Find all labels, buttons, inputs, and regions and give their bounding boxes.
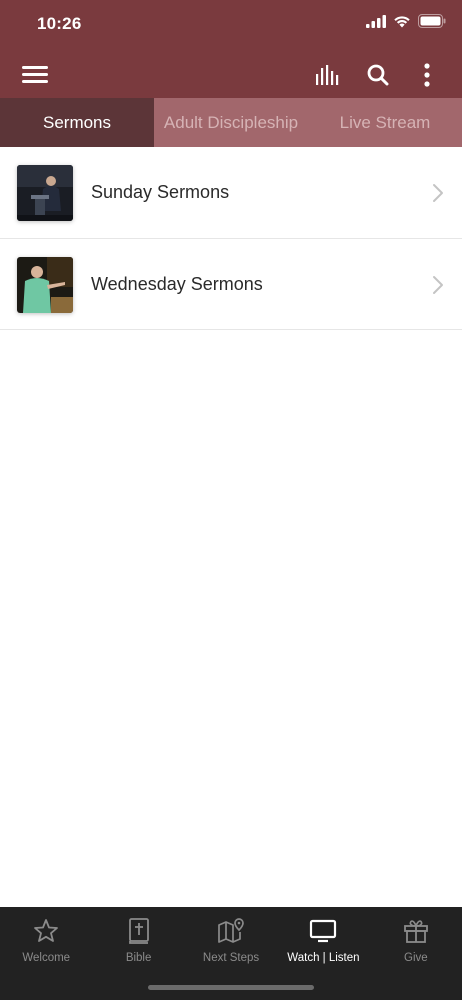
item-label: Sunday Sermons — [91, 182, 230, 202]
nav-label: Give — [404, 952, 428, 964]
nav-label: Welcome — [22, 952, 71, 964]
chevron-right-icon — [433, 275, 443, 294]
hamburger-menu-icon[interactable] — [22, 62, 48, 86]
nav-give[interactable]: Give — [370, 907, 462, 1000]
status-time: 10:26 — [37, 14, 82, 33]
preacher-at-podium-photo — [17, 165, 73, 221]
tv-icon — [309, 917, 337, 945]
tab-bar: Sermons Adult Discipleship Live Stream — [0, 98, 462, 147]
battery-icon — [418, 14, 446, 28]
gift-icon — [402, 917, 430, 945]
star-icon — [32, 917, 60, 945]
list-item-wednesday-sermons[interactable]: Wednesday Sermons — [0, 239, 462, 330]
map-pin-icon — [217, 917, 245, 945]
nav-label: Next Steps — [202, 952, 260, 964]
tab-live-stream[interactable]: Live Stream — [308, 98, 462, 147]
more-vertical-icon[interactable] — [412, 60, 442, 90]
nav-label: Watch | Listen — [287, 952, 360, 964]
preacher-pointing-photo — [17, 256, 73, 313]
list-item-sunday-sermons[interactable]: Sunday Sermons — [0, 147, 462, 239]
home-indicator — [148, 985, 314, 990]
nav-label: Bible — [125, 952, 152, 964]
bible-icon — [125, 917, 153, 945]
cellular-signal-icon — [366, 14, 386, 28]
tab-adult-discipleship[interactable]: Adult Discipleship — [154, 98, 308, 147]
status-icons — [366, 14, 446, 28]
audio-bars-icon[interactable] — [313, 60, 343, 90]
app-header: 10:26 — [0, 0, 462, 98]
sermon-list: Sunday Sermons Wednesday Sermons — [0, 147, 462, 330]
wifi-icon — [394, 15, 410, 27]
chevron-right-icon — [433, 184, 443, 202]
tab-sermons[interactable]: Sermons — [0, 98, 154, 147]
search-icon[interactable] — [363, 60, 393, 90]
nav-welcome[interactable]: Welcome — [0, 907, 92, 1000]
item-label: Wednesday Sermons — [91, 273, 263, 294]
